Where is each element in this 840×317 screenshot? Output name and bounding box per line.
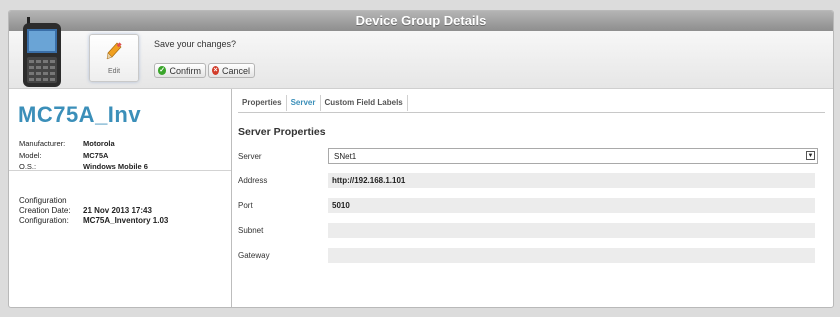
subnet-label: Subnet [238,226,264,235]
server-select[interactable]: SNet1 ▼ [328,148,818,164]
server-select-value: SNet1 [334,152,357,161]
port-label: Port [238,201,253,210]
manufacturer-row: Manufacturer: Motorola [19,139,115,148]
divider [9,170,231,171]
save-prompt: Save your changes? [154,39,237,49]
toolbar: Edit Save your changes? ✓ Confirm × Canc… [9,17,833,89]
configuration-key: Configuration: [19,216,69,225]
device-group-details-window: Device Group Details Edit Save your chan… [8,10,834,308]
configuration-value: MC75A_Inventory 1.03 [83,216,169,225]
cancel-icon: × [212,66,219,75]
address-label: Address [238,176,268,185]
tab-bar: Properties Server Custom Field Labels [238,93,825,113]
gateway-label: Gateway [238,251,270,260]
edit-button[interactable]: Edit [89,34,139,82]
port-field: 5010 [328,198,815,213]
model-row: Model: MC75A [19,151,108,160]
edit-label: Edit [107,68,121,75]
creation-date-key: Creation Date: [19,206,71,215]
details-panel: Properties Server Custom Field Labels Se… [238,89,828,307]
device-name: MC75A_Inv [18,102,142,127]
manufacturer-key: Manufacturer: [19,139,66,148]
configuration-row: Configuration: MC75A_Inventory 1.03 [19,216,168,225]
gateway-field [328,248,815,263]
configuration-heading: Configuration [19,196,67,205]
server-label: Server [238,152,262,161]
subnet-field [328,223,815,238]
manufacturer-value: Motorola [83,139,115,148]
pencil-icon [106,42,122,60]
address-field: http://192.168.1.101 [328,173,815,188]
check-icon: ✓ [158,66,167,75]
creation-date-value: 21 Nov 2013 17:43 [83,206,152,215]
window-title: Device Group Details [9,11,833,31]
model-value: MC75A [83,151,109,160]
model-key: Model: [19,151,42,160]
tab-custom-field-labels[interactable]: Custom Field Labels [321,95,408,111]
tab-properties[interactable]: Properties [238,95,287,111]
cancel-button[interactable]: × Cancel [208,63,255,78]
confirm-label: Confirm [169,65,201,76]
section-title: Server Properties [238,126,326,138]
confirm-button[interactable]: ✓ Confirm [154,63,206,78]
mobile-device-image [23,17,61,87]
cancel-label: Cancel [221,65,250,76]
device-summary-panel: MC75A_Inv Manufacturer: Motorola Model: MC… [9,89,232,307]
dropdown-arrow-icon[interactable]: ▼ [806,151,815,160]
creation-date-row: Creation Date: 21 Nov 2013 17:43 [19,206,152,215]
tab-server[interactable]: Server [287,95,321,111]
